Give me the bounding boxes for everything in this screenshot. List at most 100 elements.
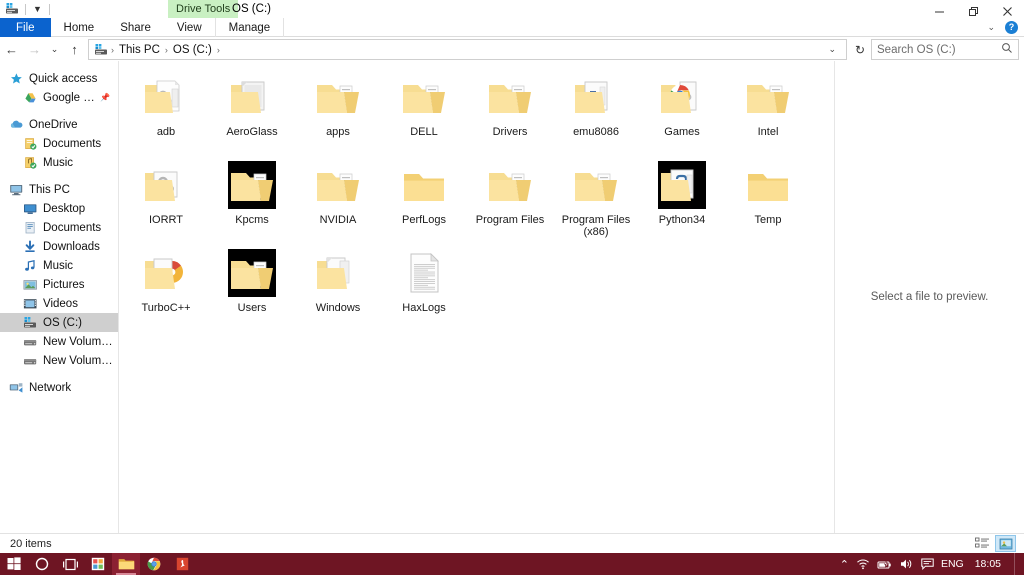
file-tile[interactable]: Drivers xyxy=(467,67,553,155)
chevron-down-icon[interactable]: ⌄ xyxy=(822,44,842,55)
sidebar-item-documents[interactable]: Documents xyxy=(0,218,118,237)
sidebar-item-quick-access[interactable]: Quick access xyxy=(0,69,118,88)
action-center-icon[interactable] xyxy=(921,558,934,570)
sidebar-item-music[interactable]: Music xyxy=(0,153,118,172)
address-bar[interactable]: › This PC › OS (C:) › ⌄ xyxy=(88,39,847,60)
help-icon[interactable]: ? xyxy=(1005,20,1018,34)
nav-group-gap xyxy=(0,370,118,378)
file-tile[interactable]: Program Files (x86) xyxy=(553,155,639,243)
breadcrumb-item-os-c[interactable]: OS (C:) xyxy=(170,44,215,56)
sidebar-item-os-c[interactable]: OS (C:) xyxy=(0,313,118,332)
file-tile[interactable]: apps xyxy=(295,67,381,155)
sidebar-item-new-volume-e[interactable]: New Volume (E:) xyxy=(0,332,118,351)
task-view-button[interactable] xyxy=(56,553,84,575)
chrome-button[interactable] xyxy=(140,553,168,575)
pdf-app-button[interactable] xyxy=(168,553,196,575)
back-button[interactable]: ← xyxy=(0,39,23,61)
language-indicator[interactable]: ENG xyxy=(941,558,964,570)
sidebar-item-videos[interactable]: Videos xyxy=(0,294,118,313)
cloud-icon xyxy=(8,117,24,133)
tab-share[interactable]: Share xyxy=(107,18,164,37)
cortana-button[interactable] xyxy=(28,553,56,575)
breadcrumb-separator-1[interactable]: › xyxy=(163,45,170,55)
file-tile[interactable]: Kpcms xyxy=(209,155,295,243)
sidebar-item-downloads[interactable]: Downloads xyxy=(0,237,118,256)
breadcrumb-separator-0[interactable]: › xyxy=(109,45,116,55)
sidebar-item-desktop[interactable]: Desktop xyxy=(0,199,118,218)
file-tile[interactable]: PerfLogs xyxy=(381,155,467,243)
downloads-icon xyxy=(22,239,38,255)
tab-file[interactable]: File xyxy=(0,18,51,37)
clock[interactable]: 18:05 xyxy=(971,558,1007,570)
file-tile[interactable]: IORRT xyxy=(123,155,209,243)
chevron-down-icon[interactable]: ⌄ xyxy=(987,22,995,33)
folder-files-icon xyxy=(486,161,534,209)
file-tile[interactable]: Windows xyxy=(295,243,381,331)
file-label: IORRT xyxy=(148,214,184,226)
sidebar-item-network[interactable]: Network xyxy=(0,378,118,397)
tab-home[interactable]: Home xyxy=(51,18,108,37)
file-tile[interactable]: emu8086 xyxy=(553,67,639,155)
file-label: Python34 xyxy=(658,214,706,226)
search-input[interactable] xyxy=(877,43,997,56)
file-tile[interactable]: AeroGlass xyxy=(209,67,295,155)
sidebar-item-label: New Volume (E:) xyxy=(43,335,118,348)
up-button[interactable]: ↑ xyxy=(63,39,86,61)
sidebar-item-pictures[interactable]: Pictures xyxy=(0,275,118,294)
file-label: Intel xyxy=(757,126,779,138)
start-button[interactable] xyxy=(0,553,28,575)
file-tile[interactable]: NVIDIA xyxy=(295,155,381,243)
file-list-area[interactable]: adb AeroGlass apps DELL Drivers emu8086 … xyxy=(118,61,1024,533)
ribbon-tab-bar: File Home Share View Manage ⌄ ? xyxy=(0,18,1024,37)
volume-icon[interactable] xyxy=(900,558,914,570)
file-tile[interactable]: Intel xyxy=(725,67,811,155)
item-count-label: 20 items xyxy=(10,537,52,550)
file-tile[interactable]: DELL xyxy=(381,67,467,155)
breadcrumb-item-this-pc[interactable]: This PC xyxy=(116,44,163,56)
sidebar-item-onedrive[interactable]: OneDrive xyxy=(0,115,118,134)
search-box[interactable] xyxy=(871,39,1019,60)
refresh-button[interactable]: ↻ xyxy=(849,39,871,61)
forward-button[interactable]: → xyxy=(23,39,46,61)
sidebar-item-label: Pictures xyxy=(43,278,85,291)
file-tile[interactable]: HaxLogs xyxy=(381,243,467,331)
breadcrumb-separator-2[interactable]: › xyxy=(215,45,222,55)
store-button[interactable] xyxy=(84,553,112,575)
folder-files-icon xyxy=(744,73,792,121)
file-tile[interactable]: Temp xyxy=(725,155,811,243)
pin-icon[interactable]: 📌 xyxy=(100,93,110,102)
folder-files-icon xyxy=(572,161,620,209)
google-drive-icon xyxy=(22,90,38,106)
customize-dropdown-icon[interactable]: ▼ xyxy=(31,1,44,17)
quick-access-toolbar: ▼ xyxy=(0,0,55,18)
battery-icon[interactable] xyxy=(877,559,893,570)
sidebar-item-label: This PC xyxy=(29,183,70,196)
disk-icon xyxy=(22,353,38,369)
tab-manage[interactable]: Manage xyxy=(214,18,285,37)
toolbar-divider-2 xyxy=(49,3,50,15)
sidebar-item-this-pc[interactable]: This PC xyxy=(0,180,118,199)
large-icons-view-button[interactable] xyxy=(995,535,1016,552)
contextual-tab-drive-tools[interactable]: Drive Tools xyxy=(168,0,239,18)
show-hidden-icons-chevron-icon[interactable]: ⌃ xyxy=(840,558,849,571)
folder-page-icon xyxy=(228,73,276,121)
file-tile[interactable]: Program Files xyxy=(467,155,553,243)
file-tile[interactable]: Games xyxy=(639,67,725,155)
file-tile[interactable]: adb xyxy=(123,67,209,155)
sidebar-item-new-volume-f[interactable]: New Volume (F:) xyxy=(0,351,118,370)
wifi-icon[interactable] xyxy=(856,558,870,570)
sidebar-item-documents[interactable]: Documents xyxy=(0,134,118,153)
file-tile[interactable]: Python34 xyxy=(639,155,725,243)
details-view-button[interactable] xyxy=(972,535,993,552)
sidebar-item-music[interactable]: Music xyxy=(0,256,118,275)
file-explorer-button[interactable] xyxy=(112,553,140,575)
file-label: Users xyxy=(237,302,267,314)
file-tile[interactable]: Users xyxy=(209,243,295,331)
sidebar-item-google-drive[interactable]: Google Drive📌 xyxy=(0,88,118,107)
file-tile[interactable]: TurboC++ xyxy=(123,243,209,331)
tab-view[interactable]: View xyxy=(164,18,215,37)
search-icon[interactable] xyxy=(1001,42,1013,57)
folder-files-icon xyxy=(228,161,276,209)
recent-locations-button[interactable]: ⌄ xyxy=(46,39,63,61)
show-desktop-button[interactable] xyxy=(1014,553,1020,575)
